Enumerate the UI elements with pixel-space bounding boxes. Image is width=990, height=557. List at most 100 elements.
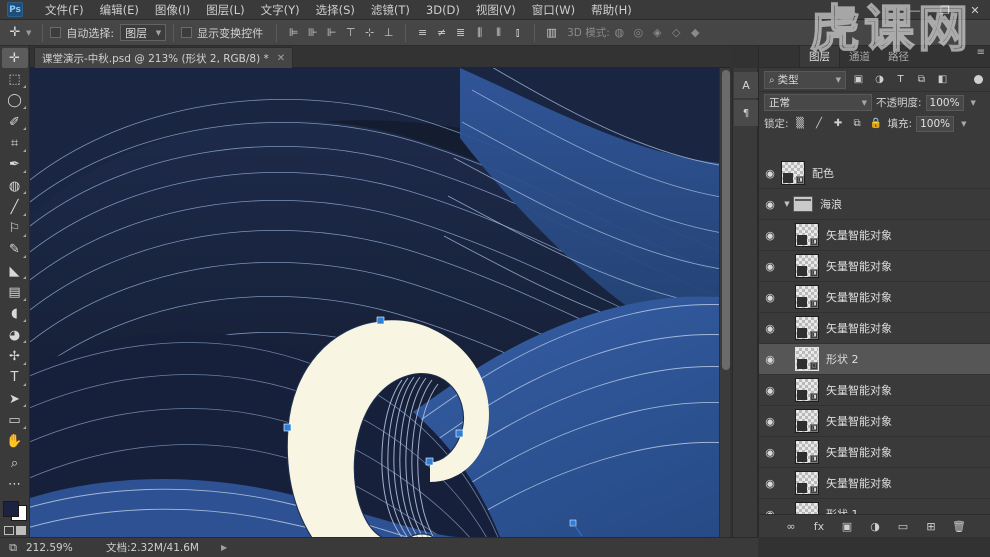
distribute-horizontal-centers-icon[interactable]: ⫴: [489, 23, 508, 43]
layer-visibility-eye-icon[interactable]: ◉: [759, 291, 781, 304]
menu-item-3d[interactable]: 3D(D): [418, 0, 468, 20]
menu-item-window[interactable]: 窗口(W): [524, 0, 583, 20]
path-selection-tool[interactable]: ➤: [2, 389, 28, 409]
menu-item-type[interactable]: 文字(Y): [253, 0, 308, 20]
layer-row[interactable]: ◉ ◨ 矢量智能对象: [759, 220, 990, 251]
filter-pixel-layers-icon[interactable]: ▣: [850, 71, 867, 88]
align-bottom-edges-icon[interactable]: ⊥: [379, 23, 398, 43]
dodge-tool[interactable]: ◕: [2, 325, 28, 345]
layer-list[interactable]: ◉ ◨ 配色 ◉ ▼ 海浪 ◉ ◨ 矢量智能对象 ◉ ◨ 矢量智能对象 ◉ ◨ 矢量智能对象 ◉ ◨ 矢量智能对象…: [759, 158, 990, 514]
scrollbar-thumb[interactable]: [721, 70, 730, 370]
gradient-tool[interactable]: ▤: [2, 282, 28, 302]
lock-transparent-pixels-icon[interactable]: ▒: [793, 116, 808, 131]
layer-visibility-eye-icon[interactable]: ◉: [759, 322, 781, 335]
layer-visibility-eye-icon[interactable]: ◉: [759, 229, 781, 242]
layer-thumbnail[interactable]: ◨: [795, 254, 819, 278]
layer-visibility-eye-icon[interactable]: ◉: [759, 446, 781, 459]
layer-visibility-eye-icon[interactable]: ◉: [759, 415, 781, 428]
layer-row[interactable]: ◉ ◨ 矢量智能对象: [759, 468, 990, 499]
menu-item-edit[interactable]: 编辑(E): [92, 0, 147, 20]
zoom-tool[interactable]: ⌕: [2, 453, 28, 473]
new-layer-button[interactable]: ⊞: [924, 520, 939, 533]
zoom-level[interactable]: 212.59%: [26, 542, 98, 554]
layer-visibility-eye-icon[interactable]: ◉: [759, 384, 781, 397]
chevron-down-icon[interactable]: ▼: [781, 200, 793, 208]
filter-shape-layers-icon[interactable]: ⧉: [913, 71, 930, 88]
history-brush-tool[interactable]: ✎: [2, 240, 28, 260]
lock-all-icon[interactable]: 🔒: [869, 116, 884, 131]
layer-thumbnail[interactable]: ◨: [781, 161, 805, 185]
menu-item-image[interactable]: 图像(I): [147, 0, 198, 20]
layer-mask-button[interactable]: ▣: [840, 520, 855, 533]
layer-row[interactable]: ◉ ◨ 矢量智能对象: [759, 313, 990, 344]
align-top-edges-icon[interactable]: ⊤: [341, 23, 360, 43]
pen-tool[interactable]: ✢: [2, 346, 28, 366]
fill-value[interactable]: 100%: [916, 115, 955, 132]
status-expand-icon[interactable]: ▶: [221, 543, 227, 552]
filter-kind-dropdown[interactable]: ⌕ 类型 ▼: [764, 70, 846, 89]
brush-tool[interactable]: ╱: [2, 197, 28, 217]
filter-adjustment-layers-icon[interactable]: ◑: [871, 71, 888, 88]
menu-item-file[interactable]: 文件(F): [37, 0, 92, 20]
screen-mode-icon[interactable]: ⧉: [0, 541, 26, 555]
menu-item-layer[interactable]: 图层(L): [198, 0, 252, 20]
distribute-right-edges-icon[interactable]: ⫾: [508, 23, 527, 43]
eraser-tool[interactable]: ◣: [2, 261, 28, 281]
show-transform-controls-checkbox[interactable]: [181, 27, 193, 38]
edit-toolbar-tool[interactable]: ⋯: [2, 474, 28, 494]
layer-row[interactable]: ◉ ▼ 海浪: [759, 189, 990, 220]
layer-row[interactable]: ◉ ◨ 矢量智能对象: [759, 406, 990, 437]
layer-thumbnail[interactable]: ◨: [795, 471, 819, 495]
blend-mode-dropdown[interactable]: 正常 ▼: [764, 94, 872, 111]
delete-layer-button[interactable]: 🗑: [952, 520, 967, 533]
clone-stamp-tool[interactable]: ⚐: [2, 219, 28, 239]
layer-row[interactable]: ◉ ◨ 矢量智能对象: [759, 282, 990, 313]
move-tool[interactable]: ✛: [1, 48, 28, 69]
spot-healing-brush-tool[interactable]: ◍: [2, 176, 28, 196]
paragraph-panel-icon[interactable]: ¶: [734, 100, 758, 126]
lock-artboard-nesting-icon[interactable]: ⧉: [850, 116, 865, 131]
layer-thumbnail[interactable]: ◨: [795, 223, 819, 247]
layer-thumbnail[interactable]: ◨: [795, 378, 819, 402]
layer-row[interactable]: ◉□形状 1: [759, 499, 990, 514]
layer-thumbnail[interactable]: ◨: [795, 440, 819, 464]
auto-select-checkbox[interactable]: [50, 27, 62, 38]
layer-visibility-eye-icon[interactable]: ◉: [759, 353, 781, 366]
tool-preset-chevron-down-icon[interactable]: ▼: [26, 29, 31, 37]
align-vertical-centers-icon[interactable]: ⊹: [360, 23, 379, 43]
close-button[interactable]: ✕: [960, 0, 990, 20]
rectangular-marquee-tool[interactable]: ⬚: [2, 69, 28, 89]
lock-image-pixels-icon[interactable]: ╱: [812, 116, 827, 131]
document-tab[interactable]: 课堂演示-中秋.psd @ 213% (形状 2, RGB/8) * ✕: [34, 47, 294, 68]
filter-type-layers-icon[interactable]: T: [892, 71, 909, 88]
new-group-button[interactable]: ▭: [896, 520, 911, 533]
align-horizontal-centers-icon[interactable]: ⊪: [303, 23, 322, 43]
distribute-top-edges-icon[interactable]: ≡: [413, 23, 432, 43]
panel-menu-icon[interactable]: ≡: [977, 48, 985, 58]
layer-visibility-eye-icon[interactable]: ◉: [759, 198, 781, 211]
filter-smart-objects-icon[interactable]: ◧: [934, 71, 951, 88]
tab-layers[interactable]: 图层: [799, 46, 840, 67]
horizontal-type-tool[interactable]: T: [2, 368, 28, 388]
layer-row[interactable]: ◉ ◨ 矢量智能对象: [759, 437, 990, 468]
foreground-color-swatch[interactable]: [2, 500, 19, 517]
eyedropper-tool[interactable]: ✒: [2, 155, 28, 175]
move-tool-icon[interactable]: ✛: [4, 23, 26, 43]
lock-position-icon[interactable]: ✚: [831, 116, 846, 131]
distribute-left-edges-icon[interactable]: ⫼: [470, 23, 489, 43]
auto-align-layers-icon[interactable]: ▥: [542, 23, 561, 43]
minimize-button[interactable]: —: [900, 0, 930, 20]
crop-tool[interactable]: ⌗: [2, 133, 28, 153]
layer-thumbnail[interactable]: ◨: [795, 409, 819, 433]
lasso-tool[interactable]: ◯: [2, 91, 28, 111]
layer-row[interactable]: ◉ ◨ 矢量智能对象: [759, 251, 990, 282]
align-left-edges-icon[interactable]: ⊫: [284, 23, 303, 43]
distribute-vertical-centers-icon[interactable]: ≠: [432, 23, 451, 43]
canvas-vertical-scrollbar[interactable]: [719, 68, 730, 537]
maximize-button[interactable]: ❐: [930, 0, 960, 20]
layer-thumbnail[interactable]: ◨: [795, 316, 819, 340]
layer-visibility-eye-icon[interactable]: ◉: [759, 167, 781, 180]
distribute-bottom-edges-icon[interactable]: ≣: [451, 23, 470, 43]
color-swatches[interactable]: [2, 500, 28, 522]
rectangle-tool[interactable]: ▭: [2, 410, 28, 430]
